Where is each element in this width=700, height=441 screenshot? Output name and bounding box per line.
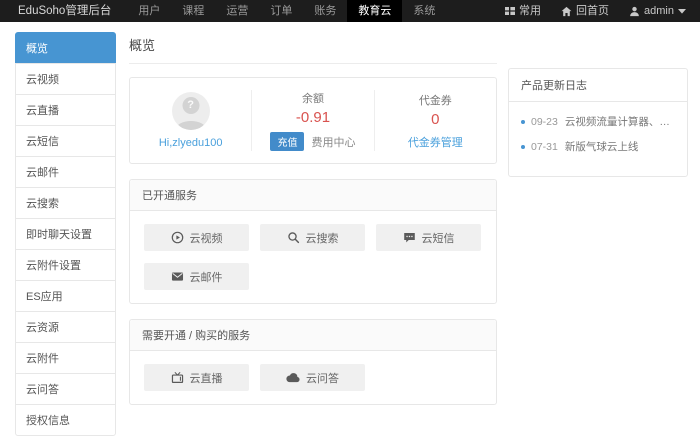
topbar-utilities: 常用 回首页 admin [485,0,700,22]
topbar: EduSoho管理后台 用户 课程 运营 订单 账务 教育云 系统 常用 回首页… [0,0,700,22]
nav-item-orders[interactable]: 订单 [259,0,303,22]
account-user-column: ? Hi,zlyedu100 [130,90,252,151]
coupon-manage-link[interactable]: 代金券管理 [408,134,463,150]
sidebar-item-cloud-sms[interactable]: 云短信 [15,125,116,157]
avatar[interactable]: ? [172,92,210,130]
account-card: ? Hi,zlyedu100 余额 -0.91 充值 费用中心 代金券 0 代金… [129,77,497,164]
opened-services-body: 云视频 云搜索 云短信 [130,211,496,303]
sidebar-item-cloud-attachment[interactable]: 云附件 [15,342,116,374]
service-label: 云问答 [306,370,339,386]
balance-column: 余额 -0.91 充值 费用中心 [252,90,374,151]
needed-services-body: 云直播 云问答 [130,351,496,404]
nav-item-courses[interactable]: 课程 [171,0,215,22]
user-icon [629,6,640,17]
sidebar-item-es-app[interactable]: ES应用 [15,280,116,312]
back-to-home-link[interactable]: 回首页 [561,0,609,22]
brand-title[interactable]: EduSoho管理后台 [0,0,127,22]
sidebar-item-cloud-live[interactable]: 云直播 [15,94,116,126]
page-title: 概览 [129,32,497,64]
grid-icon [505,6,515,16]
sidebar-item-overview[interactable]: 概览 [15,32,116,64]
sidebar-item-cloud-resource[interactable]: 云资源 [15,311,116,343]
log-date: 07-31 [531,141,558,153]
sidebar-item-license-info[interactable]: 授权信息 [15,404,116,436]
user-menu[interactable]: admin [629,0,686,22]
update-log-list: 09-23 云视频流量计算器、云短信… 07-31 新版气球云上线 [509,102,687,176]
bullet-icon [521,120,525,124]
needed-services-title: 需要开通 / 购买的服务 [130,320,496,351]
nav-item-operations[interactable]: 运营 [215,0,259,22]
sidebar-item-cloud-search[interactable]: 云搜索 [15,187,116,219]
home-label: 回首页 [576,0,609,22]
play-circle-icon [171,231,184,244]
coupon-label: 代金券 [419,92,452,108]
update-log-title: 产品更新日志 [509,69,687,102]
sidebar-item-attachment-settings[interactable]: 云附件设置 [15,249,116,281]
service-button-cloud-live[interactable]: 云直播 [144,364,249,391]
service-label: 云视频 [190,230,223,246]
home-icon [561,6,572,17]
search-icon [287,231,300,244]
log-text: 云视频流量计算器、云短信… [565,114,675,129]
comment-icon [403,231,416,244]
question-mark-icon: ? [182,97,199,114]
username-label: admin [644,0,674,22]
recharge-button[interactable]: 充值 [270,132,304,151]
avatar-shoulders [176,121,206,130]
shortcuts-menu[interactable]: 常用 [505,0,541,22]
coupon-value: 0 [431,111,439,128]
nav-item-educloud[interactable]: 教育云 [347,0,402,22]
opened-services-title: 已开通服务 [130,180,496,211]
billing-center-link[interactable]: 费用中心 [311,134,355,150]
service-label: 云直播 [190,370,223,386]
update-log-entry[interactable]: 09-23 云视频流量计算器、云短信… [521,114,675,129]
service-button-cloud-email[interactable]: 云邮件 [144,263,249,290]
caret-down-icon [678,8,686,14]
service-button-cloud-qa[interactable]: 云问答 [260,364,365,391]
sidebar-item-im-settings[interactable]: 即时聊天设置 [15,218,116,250]
update-log-entry[interactable]: 07-31 新版气球云上线 [521,139,675,154]
nav-item-users[interactable]: 用户 [127,0,171,22]
balance-value: -0.91 [296,109,330,126]
needed-services-panel: 需要开通 / 购买的服务 云直播 云问答 [129,319,497,405]
sidebar-item-cloud-video[interactable]: 云视频 [15,63,116,95]
update-log-panel: 产品更新日志 09-23 云视频流量计算器、云短信… 07-31 新版气球云上线 [508,68,688,177]
service-button-cloud-search[interactable]: 云搜索 [260,224,365,251]
service-label: 云短信 [422,230,455,246]
main-column: 概览 ? Hi,zlyedu100 余额 -0.91 充值 费用中心 代金券 [129,32,497,405]
nav-item-finance[interactable]: 账务 [303,0,347,22]
bullet-icon [521,145,525,149]
service-label: 云搜索 [306,230,339,246]
envelope-icon [171,270,184,283]
shortcuts-label: 常用 [519,0,541,22]
balance-actions: 充值 费用中心 [270,132,355,151]
service-button-cloud-sms[interactable]: 云短信 [376,224,481,251]
sidebar-item-cloud-email[interactable]: 云邮件 [15,156,116,188]
tv-icon [171,371,184,384]
greeting-link[interactable]: Hi,zlyedu100 [159,137,223,149]
opened-services-panel: 已开通服务 云视频 云搜索 [129,179,497,304]
cloud-icon [286,372,300,383]
service-button-cloud-video[interactable]: 云视频 [144,224,249,251]
top-navigation: 用户 课程 运营 订单 账务 教育云 系统 [127,0,446,22]
service-label: 云邮件 [190,269,223,285]
log-date: 09-23 [531,116,558,128]
sidebar: 概览 云视频 云直播 云短信 云邮件 云搜索 即时聊天设置 云附件设置 ES应用… [15,32,116,436]
sidebar-item-cloud-qa[interactable]: 云问答 [15,373,116,405]
coupon-column: 代金券 0 代金券管理 [375,90,496,151]
balance-label: 余额 [302,90,324,106]
nav-item-system[interactable]: 系统 [402,0,446,22]
right-column: 产品更新日志 09-23 云视频流量计算器、云短信… 07-31 新版气球云上线 [508,68,688,177]
log-text: 新版气球云上线 [565,139,639,154]
content-area: 概览 云视频 云直播 云短信 云邮件 云搜索 即时聊天设置 云附件设置 ES应用… [0,22,700,436]
